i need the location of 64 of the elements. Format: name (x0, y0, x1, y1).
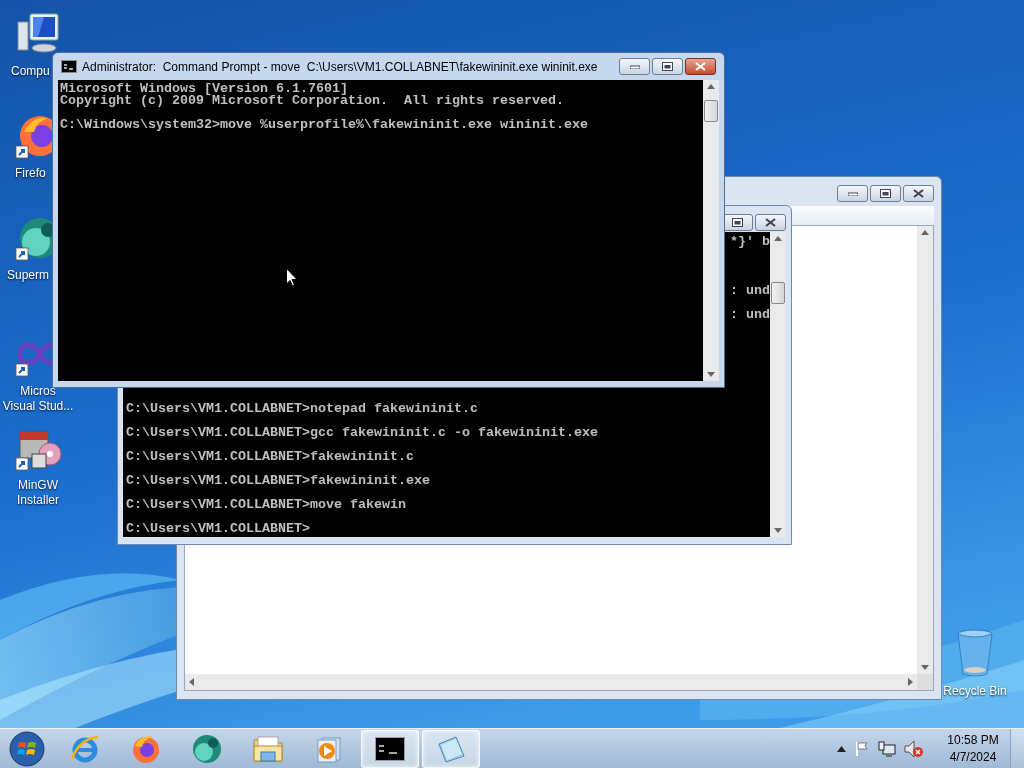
scroll-down-icon[interactable] (774, 528, 782, 533)
scroll-left-icon[interactable] (189, 678, 194, 686)
maximize-button[interactable] (652, 58, 683, 75)
icon-label[interactable]: Firefo (15, 166, 46, 181)
console-line: C:\Users\VM1.COLLABNET>fakewininit.c (126, 451, 415, 463)
clock-date: 4/7/2024 (949, 748, 997, 766)
clock[interactable]: 10:58 PM 4/7/2024 (942, 731, 1004, 766)
scrollbar[interactable] (917, 226, 933, 674)
trash-bin-icon (955, 628, 995, 678)
console-line: : und (730, 285, 770, 297)
console-line: Microsoft Windows [Version 6.1.7601] (60, 83, 348, 95)
size-grip[interactable] (917, 674, 933, 690)
folder-icon (251, 733, 284, 764)
taskbar-button[interactable] (360, 729, 419, 768)
maximize-button[interactable] (870, 185, 901, 202)
close-icon (765, 218, 776, 227)
close-button[interactable] (903, 185, 934, 202)
console-line: : und (730, 309, 770, 321)
scroll-up-icon[interactable] (774, 236, 782, 241)
icon-label[interactable]: Installer (17, 493, 59, 508)
console-line: C:\Users\VM1.COLLABNET> (126, 523, 311, 535)
minimize-icon (629, 64, 640, 69)
show-hidden-icons[interactable] (837, 745, 846, 752)
clock-time: 10:58 PM (947, 731, 999, 749)
scroll-right-icon[interactable] (908, 678, 913, 686)
window-title: Administrator: Command Prompt - move C:\Users\VM1.COLLABNET\fakewininit.exe wininit.exe (82, 58, 598, 76)
cursor-icon (286, 268, 298, 287)
icon-label[interactable]: Visual Stud... (2, 399, 74, 414)
maximize-icon (880, 189, 891, 198)
console-icon (61, 60, 77, 73)
maximize-icon (732, 218, 743, 227)
console-line: C:\Users\VM1.COLLABNET>move fakewin (126, 499, 407, 511)
close-icon (913, 189, 924, 198)
icon-label[interactable]: Micros (20, 384, 56, 399)
scroll-up-icon[interactable] (707, 84, 715, 89)
console-icon (374, 736, 405, 761)
maximize-icon (662, 62, 673, 71)
network-icon[interactable] (878, 740, 896, 757)
speaker-muted-icon[interactable] (904, 739, 924, 758)
minimize-button[interactable] (837, 185, 868, 202)
close-icon (695, 62, 706, 71)
flag-icon[interactable] (854, 740, 870, 757)
console-line: C:\Windows\system32>move %userprofile%\fakewininit.exe wininit.exe (60, 119, 589, 131)
console-line: C:\Users\VM1.COLLABNET>fakewininit.exe (126, 475, 431, 487)
horizontal-scrollbar[interactable] (185, 674, 917, 690)
console-line: C:\Users\VM1.COLLABNET>notepad fakewininit.c (126, 403, 479, 415)
close-button[interactable] (685, 58, 716, 75)
scrollbar[interactable] (770, 232, 786, 537)
close-button[interactable] (755, 214, 786, 231)
sphere-icon (190, 732, 223, 765)
console-line: C:\Users\VM1.COLLABNET>gcc fakewininit.c -o fakewininit.exe (126, 427, 599, 439)
console-line: Copyright (c) 2009 Microsoft Corporation. All rights reserved. (60, 95, 565, 107)
scrollbar[interactable] (703, 80, 719, 381)
scroll-thumb[interactable] (771, 282, 785, 304)
scroll-down-icon[interactable] (707, 372, 715, 377)
icon-label[interactable]: Compu (11, 64, 50, 79)
icon-label[interactable]: MinGW (18, 478, 58, 493)
scroll-down-icon[interactable] (921, 665, 929, 670)
console-line: *}' b (730, 236, 770, 248)
minimize-icon (847, 191, 858, 196)
scroll-up-icon[interactable] (921, 230, 929, 235)
scroll-thumb[interactable] (704, 100, 718, 122)
icon-label[interactable]: Superm (7, 268, 50, 283)
minimize-button[interactable] (619, 58, 650, 75)
